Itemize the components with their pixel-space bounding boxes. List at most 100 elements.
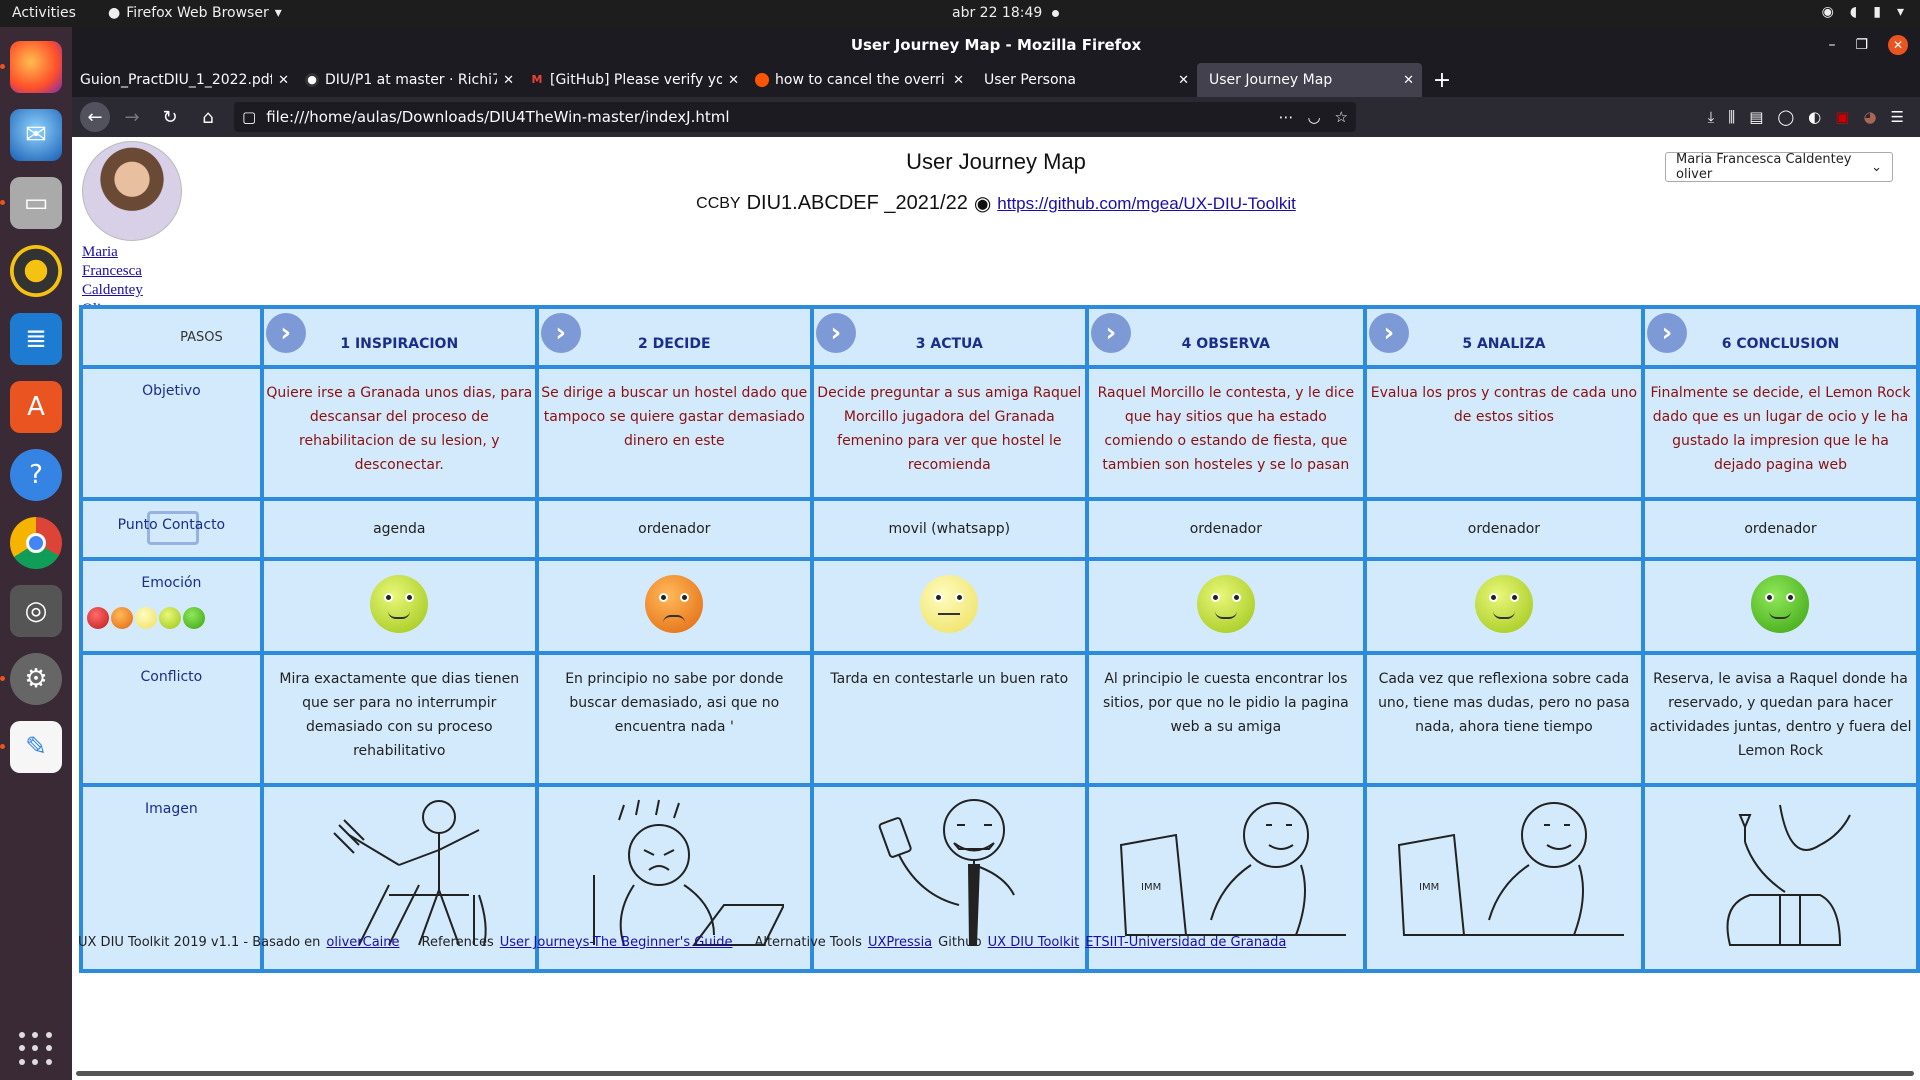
tab-github-repo[interactable]: ● DIU/P1 at master · Richi7 ✕ <box>297 63 522 97</box>
window-titlebar[interactable]: User Journey Map - Mozilla Firefox – ❐ ✕ <box>72 27 1920 63</box>
contacto-cell: agenda <box>259 497 539 561</box>
files-dock-icon[interactable]: ▭ <box>0 177 62 229</box>
pocket-icon[interactable]: ◡ <box>1307 108 1320 126</box>
clock[interactable]: abr 22 18:49 <box>952 5 1042 21</box>
home-button[interactable]: ⌂ <box>192 101 224 133</box>
sidebar-icon[interactable]: ▤ <box>1749 108 1763 126</box>
page-info-icon[interactable]: ▢ <box>242 108 256 126</box>
maximize-icon[interactable]: ❐ <box>1855 27 1868 63</box>
stage-label: 1 INSPIRACION <box>340 336 459 352</box>
tab-user-journey-map[interactable]: User Journey Map ✕ <box>1197 63 1422 97</box>
contacto-label: Punto Contacto <box>117 517 226 533</box>
very-happy-face-icon <box>1751 575 1810 633</box>
page-actions-icon[interactable]: ⋯ <box>1278 108 1293 126</box>
new-tab-button[interactable]: + <box>1422 63 1462 97</box>
contacto-cell: ordenador <box>1362 497 1645 561</box>
persona-select[interactable]: Maria Francesca Caldentey oliver ⌄ <box>1665 152 1893 182</box>
tab-label: how to cancel the overri <box>775 72 945 88</box>
happy-face-icon <box>159 607 181 629</box>
system-top-bar: Activities ● Firefox Web Browser ▾ abr 2… <box>0 0 1920 27</box>
writer-dock-icon[interactable]: ≣ <box>10 313 62 365</box>
menu-icon[interactable]: ☰ <box>1891 108 1904 126</box>
stage-label: 3 ACTUA <box>915 336 983 352</box>
close-window-icon[interactable]: ✕ <box>1888 35 1908 55</box>
objetivo-cell: Quiere irse a Granada unos dias, para de… <box>259 365 539 501</box>
conflicto-cell: Tarda en contestarle un buen rato <box>809 651 1089 787</box>
tab-strip: Guion_PractDIU_1_2022.pdf ✕ ● DIU/P1 at … <box>72 63 1920 97</box>
contacto-cell: ordenador <box>534 497 814 561</box>
footer-link-olivercaine[interactable]: oliverCaine <box>326 935 399 950</box>
repo-link[interactable]: https://github.com/mgea/UX-DIU-Toolkit <box>997 194 1296 214</box>
extension-icon[interactable]: ◐ <box>1808 108 1821 126</box>
downloads-icon[interactable]: ⤓ <box>1708 108 1715 126</box>
close-tab-icon[interactable]: ✕ <box>1178 73 1189 88</box>
thunderbird-dock-icon[interactable]: ✉ <box>10 109 62 161</box>
url-bar[interactable]: ▢ file:///home/aulas/Downloads/DIU4TheWi… <box>234 102 1356 132</box>
software-dock-icon[interactable]: A <box>10 381 62 433</box>
objetivo-cell: Finalmente se decide, el Lemon Rock dado… <box>1640 365 1920 501</box>
emotion-cell <box>1362 557 1645 655</box>
dock: ✉ ▭ ≣ A ? ◎ ⚙ ✎ <box>0 27 72 1080</box>
tab-search[interactable]: how to cancel the overri ✕ <box>747 63 972 97</box>
back-button[interactable]: ← <box>80 102 110 132</box>
horizontal-scrollbar[interactable] <box>76 1071 1914 1076</box>
close-tab-icon[interactable]: ✕ <box>278 73 289 88</box>
footer-github: Github <box>938 935 982 950</box>
footer-link-uxpressia[interactable]: UXPressia <box>868 935 932 950</box>
gmail-icon: M <box>531 73 543 86</box>
emotion-cell <box>809 557 1089 655</box>
close-tab-icon[interactable]: ✕ <box>503 73 514 88</box>
stage-header: › 1 INSPIRACION <box>259 305 539 369</box>
footer-link-user-journeys[interactable]: User Journeys-The Beginner's Guide <box>500 935 733 950</box>
tab-label: User Persona <box>984 72 1076 88</box>
persona-select-value: Maria Francesca Caldentey oliver <box>1676 152 1852 182</box>
close-tab-icon[interactable]: ✕ <box>1403 73 1414 88</box>
close-tab-icon[interactable]: ✕ <box>728 73 739 88</box>
ublock-icon[interactable]: ▣ <box>1835 108 1849 126</box>
chevron-right-icon[interactable]: › <box>1368 313 1409 353</box>
library-icon[interactable]: ⫼ <box>1728 108 1735 126</box>
contacto-cell: movil (whatsapp) <box>809 497 1089 561</box>
reload-button[interactable]: ↻ <box>154 101 186 133</box>
pasos-cell: PASOS <box>79 305 264 369</box>
activities-button[interactable]: Activities <box>12 5 76 21</box>
sketch-cell <box>1640 783 1920 973</box>
angry-face-icon <box>111 607 133 629</box>
chevron-right-icon[interactable]: › <box>1646 313 1687 353</box>
svg-text:IMM: IMM <box>1419 882 1439 893</box>
tab-gmail[interactable]: M [GitHub] Please verify yo ✕ <box>522 63 747 97</box>
very-sad-face-icon <box>87 607 109 629</box>
account-icon[interactable]: ◯ <box>1777 108 1794 126</box>
system-tray[interactable]: ◉ ◖ ▮ ▾ <box>1822 4 1904 20</box>
rhythmbox-dock-icon[interactable] <box>10 245 62 297</box>
stages-row: PASOS › 1 INSPIRACION › 2 DECIDE › 3 ACTUA … <box>79 305 1920 369</box>
forward-button[interactable]: → <box>116 101 148 133</box>
bookmark-star-icon[interactable]: ☆ <box>1335 108 1348 126</box>
chevron-right-icon[interactable]: › <box>265 313 306 353</box>
firefox-dock-icon[interactable] <box>0 41 62 93</box>
text-editor-dock-icon[interactable]: ✎ <box>0 721 62 773</box>
help-dock-icon[interactable]: ? <box>10 449 62 501</box>
chevron-right-icon[interactable]: › <box>1090 313 1131 353</box>
app-menu[interactable]: ● Firefox Web Browser ▾ <box>108 5 282 21</box>
license-label: CCBY <box>696 194 741 212</box>
tab-user-persona[interactable]: User Persona ✕ <box>972 63 1197 97</box>
chrome-dock-icon[interactable] <box>10 517 62 569</box>
chevron-right-icon[interactable]: › <box>540 313 581 353</box>
extension-2-icon[interactable]: ◕ <box>1863 108 1876 126</box>
page-subtitle: CCBY DIU1.ABCDEF _2021/22 ◉ https://gith… <box>72 191 1920 216</box>
screenshot-dock-icon[interactable]: ◎ <box>10 585 62 637</box>
minimize-icon[interactable]: – <box>1828 27 1835 63</box>
settings-dock-icon[interactable]: ⚙ <box>0 653 62 705</box>
chevron-right-icon[interactable]: › <box>815 313 856 353</box>
tab-guion-pdf[interactable]: Guion_PractDIU_1_2022.pdf ✕ <box>72 63 297 97</box>
conflicto-cell: Mira exactamente que dias tienen que ser… <box>259 651 539 787</box>
sketch-frustrated-image <box>593 799 785 946</box>
show-apps-icon[interactable] <box>19 1032 53 1066</box>
emotion-cell <box>259 557 539 655</box>
close-tab-icon[interactable]: ✕ <box>953 73 964 88</box>
stage-header: › 2 DECIDE <box>534 305 814 369</box>
footer-link-etsiit[interactable]: ETSIIT-Universidad de Granada <box>1085 935 1286 950</box>
footer-link-toolkit[interactable]: UX DIU Toolkit <box>988 935 1080 950</box>
page-content: Maria Francesca Caldentey Oliver User Jo… <box>72 137 1920 1080</box>
